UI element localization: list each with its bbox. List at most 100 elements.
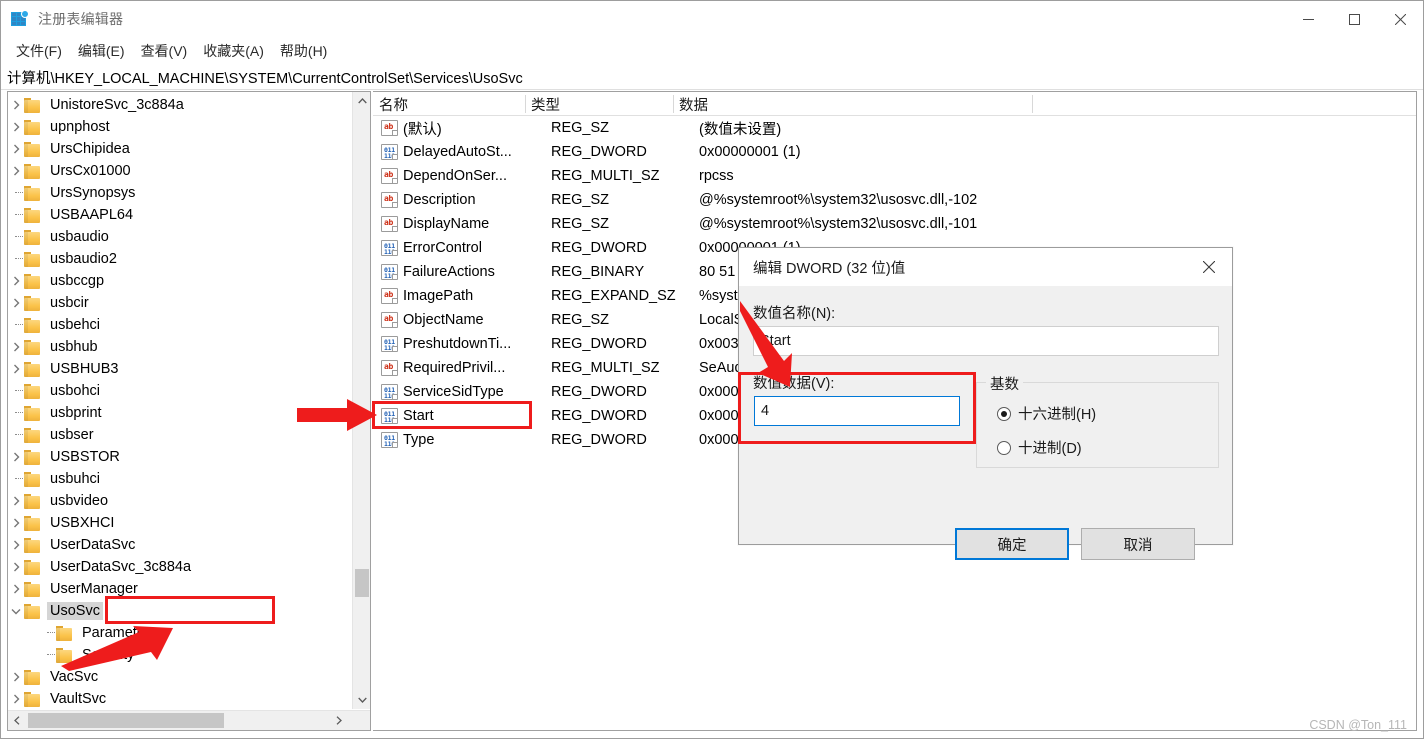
value-data-input[interactable]: 4: [754, 396, 960, 426]
folder-icon: [24, 537, 41, 553]
menu-edit[interactable]: 编辑(E): [70, 38, 133, 65]
column-header-type[interactable]: 类型: [525, 94, 673, 115]
tree-connector: [40, 644, 56, 666]
tree-item-usbehci[interactable]: usbehci: [8, 314, 352, 336]
tree-item-urssynopsys[interactable]: UrsSynopsys: [8, 182, 352, 204]
chevron-right-icon[interactable]: [8, 160, 24, 182]
tree-item-usbhub3[interactable]: USBHUB3: [8, 358, 352, 380]
chevron-right-icon[interactable]: [8, 292, 24, 314]
radio-decimal[interactable]: 十进制(D): [997, 437, 1082, 458]
registry-tree[interactable]: UnistoreSvc_3c884a upnphost UrsChipidea Urs…: [8, 92, 352, 709]
tree-item-upnphost[interactable]: upnphost: [8, 116, 352, 138]
tree-item-urschipidea[interactable]: UrsChipidea: [8, 138, 352, 160]
scroll-right-icon[interactable]: [330, 711, 348, 730]
tree-item-unistoresvc-3c884a[interactable]: UnistoreSvc_3c884a: [8, 94, 352, 116]
tree-item-label: usbaudio2: [50, 251, 117, 267]
ok-button[interactable]: 确定: [955, 528, 1069, 560]
tree-item-usosvc[interactable]: UsoSvc: [8, 600, 352, 622]
tree-item-usbohci[interactable]: usbohci: [8, 380, 352, 402]
tree-item-vacsvc[interactable]: VacSvc: [8, 666, 352, 688]
tree-item-label: UserManager: [50, 581, 138, 597]
tree-item-label: UrsCx01000: [50, 163, 131, 179]
value-row[interactable]: 011 110 DelayedAutoSt... REG_DWORD 0x0000000…: [373, 140, 1416, 164]
tree-item-userdatasvc-3c884a[interactable]: UserDataSvc_3c884a: [8, 556, 352, 578]
tree-item-vaultsvc[interactable]: VaultSvc: [8, 688, 352, 709]
value-name-input[interactable]: Start: [753, 326, 1219, 356]
tree-item-parameters[interactable]: Parameters: [8, 622, 352, 644]
cancel-button[interactable]: 取消: [1081, 528, 1195, 560]
menu-favorites[interactable]: 收藏夹(A): [195, 38, 272, 65]
tree-item-usbaapl64[interactable]: USBAAPL64: [8, 204, 352, 226]
chevron-right-icon[interactable]: [8, 578, 24, 600]
base-groupbox: 基数 十六进制(H) 十进制(D): [976, 373, 1219, 468]
column-header-name[interactable]: 名称: [373, 94, 525, 115]
string-value-icon: ab: [381, 360, 398, 376]
tree-item-usbccgp[interactable]: usbccgp: [8, 270, 352, 292]
folder-icon: [24, 493, 41, 509]
chevron-right-icon[interactable]: [8, 534, 24, 556]
scroll-left-icon[interactable]: [8, 711, 26, 730]
tree-item-usbuhci[interactable]: usbuhci: [8, 468, 352, 490]
chevron-right-icon[interactable]: [8, 556, 24, 578]
menu-help[interactable]: 帮助(H): [272, 38, 335, 65]
scroll-up-icon[interactable]: [353, 92, 370, 110]
tree-connector: [40, 622, 56, 644]
column-header-data[interactable]: 数据: [673, 94, 708, 115]
chevron-down-icon[interactable]: [8, 600, 24, 622]
tree-item-usbcir[interactable]: usbcir: [8, 292, 352, 314]
radio-hexadecimal[interactable]: 十六进制(H): [997, 403, 1096, 424]
value-row[interactable]: ab Description REG_SZ @%systemroot%\system3…: [373, 188, 1416, 212]
chevron-right-icon[interactable]: [8, 336, 24, 358]
tree-item-urscx01000[interactable]: UrsCx01000: [8, 160, 352, 182]
value-type: REG_SZ: [551, 120, 610, 136]
tree-item-usbprint[interactable]: usbprint: [8, 402, 352, 424]
tree-item-label: VaultSvc: [50, 691, 107, 707]
chevron-right-icon[interactable]: [8, 138, 24, 160]
scroll-down-icon[interactable]: [353, 691, 370, 709]
tree-horizontal-scrollbar[interactable]: [8, 710, 370, 730]
tree-item-usbaudio[interactable]: usbaudio: [8, 226, 352, 248]
dialog-close-button[interactable]: [1186, 248, 1232, 286]
tree-item-usbaudio2[interactable]: usbaudio2: [8, 248, 352, 270]
chevron-right-icon[interactable]: [8, 446, 24, 468]
string-value-icon: ab: [381, 168, 398, 184]
tree-item-label: VacSvc: [50, 669, 99, 685]
address-bar[interactable]: 计算机\HKEY_LOCAL_MACHINE\SYSTEM\CurrentCon…: [1, 65, 1423, 90]
radio-hexadecimal-indicator: [997, 406, 1011, 421]
close-button[interactable]: [1377, 1, 1423, 37]
chevron-right-icon[interactable]: [8, 270, 24, 292]
chevron-right-icon[interactable]: [8, 512, 24, 534]
chevron-right-icon[interactable]: [8, 688, 24, 709]
tree-item-usbvideo[interactable]: usbvideo: [8, 490, 352, 512]
tree-horizontal-scrollbar-thumb[interactable]: [28, 713, 224, 728]
value-row[interactable]: ab DependOnSer... REG_MULTI_SZ rpcss: [373, 164, 1416, 188]
value-row[interactable]: ab (默认) REG_SZ (数值未设置): [373, 116, 1416, 140]
chevron-right-icon[interactable]: [8, 358, 24, 380]
chevron-right-icon[interactable]: [8, 666, 24, 688]
value-row[interactable]: ab DisplayName REG_SZ @%systemroot%\system3…: [373, 212, 1416, 236]
menu-view[interactable]: 查看(V): [133, 38, 196, 65]
minimize-button[interactable]: [1285, 1, 1331, 37]
tree-item-usbxhci[interactable]: USBXHCI: [8, 512, 352, 534]
folder-icon: [24, 515, 41, 531]
tree-vertical-scrollbar-thumb[interactable]: [355, 569, 369, 597]
tree-item-security[interactable]: Security: [8, 644, 352, 666]
menu-file[interactable]: 文件(F): [8, 38, 70, 65]
tree-item-usbser[interactable]: usbser: [8, 424, 352, 446]
tree-item-usbstor[interactable]: USBSTOR: [8, 446, 352, 468]
chevron-right-icon[interactable]: [8, 94, 24, 116]
tree-vertical-scrollbar[interactable]: [352, 92, 370, 709]
dword-value-icon: 011 110: [381, 336, 398, 352]
tree-item-usbhub[interactable]: usbhub: [8, 336, 352, 358]
value-data-label: 数值数据(V):: [753, 376, 835, 392]
chevron-right-icon[interactable]: [8, 116, 24, 138]
chevron-right-icon[interactable]: [8, 490, 24, 512]
tree-item-usermanager[interactable]: UserManager: [8, 578, 352, 600]
value-type: REG_EXPAND_SZ: [551, 288, 676, 304]
tree-item-label: usbaudio: [50, 229, 109, 245]
folder-icon: [24, 339, 41, 355]
tree-item-userdatasvc[interactable]: UserDataSvc: [8, 534, 352, 556]
dialog-body: 数值名称(N): Start 数值数据(V): 4 基数 十六进制(H) 十进制…: [739, 286, 1232, 560]
tree-item-label: Security: [82, 647, 135, 663]
maximize-button[interactable]: [1331, 1, 1377, 37]
